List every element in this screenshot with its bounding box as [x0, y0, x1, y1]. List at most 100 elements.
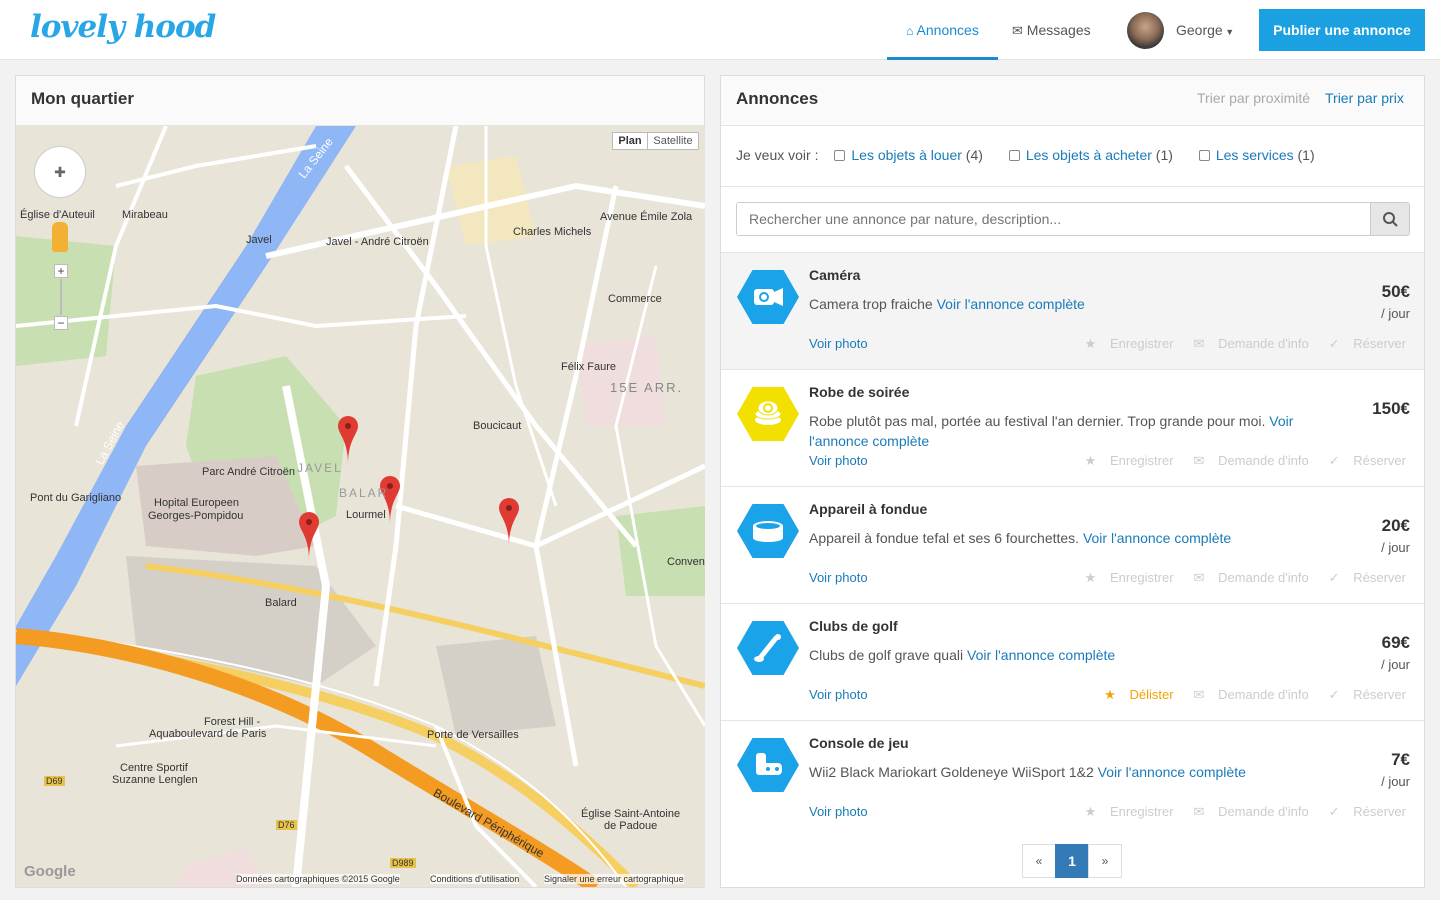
reserve-button[interactable]: ✓ Réserver: [1319, 687, 1406, 702]
price-unit: / jour: [1381, 540, 1410, 555]
map-terms-link[interactable]: Conditions d'utilisation: [430, 874, 520, 884]
info-request-button[interactable]: ✉ Demande d'info: [1184, 336, 1309, 351]
filter-services[interactable]: Les services (1): [1198, 147, 1315, 163]
listing-actions: ★ Délister ✉ Demande d'info ✓ Réserver: [1084, 687, 1406, 703]
neighborhood-map[interactable]: ✚ + − Plan Satellite La Seine La Seine É…: [16, 126, 705, 887]
full-listing-link[interactable]: Voir l'annonce complète: [1083, 530, 1231, 546]
listing-title[interactable]: Robe de soirée: [809, 384, 909, 400]
publish-button[interactable]: Publier une annonce: [1259, 9, 1425, 51]
filter-services-checkbox[interactable]: [1198, 150, 1210, 161]
listings-panel: Annonces Trier par proximité Trier par p…: [720, 75, 1425, 888]
listing-price: 150€: [1372, 399, 1410, 418]
map-label: Lourmel: [346, 509, 386, 521]
nav-messages[interactable]: ✉ Messages: [1012, 0, 1091, 60]
sort-by-price-link[interactable]: Trier par prix: [1325, 90, 1404, 106]
listing-item[interactable]: Clubs de golf Clubs de golf grave quali V…: [721, 603, 1424, 720]
brand-logo[interactable]: lovely hood: [30, 9, 216, 45]
check-icon: ✓: [1328, 336, 1340, 351]
full-listing-link[interactable]: Voir l'annonce complète: [967, 647, 1115, 663]
info-request-button[interactable]: ✉ Demande d'info: [1184, 804, 1309, 819]
zoom-in-button[interactable]: +: [54, 264, 68, 278]
listing-item[interactable]: Appareil à fondue Appareil à fondue tefal…: [721, 486, 1424, 603]
save-button[interactable]: ★ Enregistrer: [1075, 453, 1174, 468]
filter-rent-checkbox[interactable]: [834, 150, 846, 161]
listing-item[interactable]: Console de jeu Wii2 Black Mariokart Golde…: [721, 720, 1424, 837]
price-unit: / jour: [1381, 306, 1410, 321]
save-button[interactable]: ★ Délister: [1094, 687, 1173, 702]
view-photo-link[interactable]: Voir photo: [809, 804, 868, 819]
map-label: Charles Michels: [513, 226, 592, 238]
avatar[interactable]: [1127, 12, 1164, 49]
view-photo-link[interactable]: Voir photo: [809, 453, 868, 468]
search-input[interactable]: [737, 203, 1371, 235]
zoom-out-button[interactable]: −: [54, 316, 68, 330]
listings-panel-title: Annonces: [721, 76, 1424, 126]
map-label: Parc André Citroën: [202, 466, 295, 478]
info-request-button[interactable]: ✉ Demande d'info: [1184, 687, 1309, 702]
filter-rent[interactable]: Les objets à louer (4): [834, 147, 983, 163]
filter-buy[interactable]: Les objets à acheter (1): [1008, 147, 1173, 163]
listing-actions: ★ Enregistrer ✉ Demande d'info ✓ Réserver: [1065, 804, 1406, 820]
envelope-icon: ✉: [1193, 804, 1205, 819]
reserve-button[interactable]: ✓ Réserver: [1319, 336, 1406, 351]
streetview-pegman-icon[interactable]: [52, 222, 68, 252]
map-label: Centre Sportif: [120, 762, 188, 774]
listing-title[interactable]: Caméra: [809, 267, 860, 283]
map-label: Javel: [246, 234, 272, 246]
listing-title[interactable]: Appareil à fondue: [809, 501, 927, 517]
info-request-button[interactable]: ✉ Demande d'info: [1184, 570, 1309, 585]
map-label: BALAR: [339, 486, 389, 500]
listing-icon-badge: [737, 621, 799, 675]
listing-title[interactable]: Console de jeu: [809, 735, 909, 751]
listing-icon-badge: [737, 738, 799, 792]
listing-title[interactable]: Clubs de golf: [809, 618, 898, 634]
sort-by-proximity-link[interactable]: Trier par proximité: [1197, 90, 1310, 106]
listing-item[interactable]: Caméra Camera trop fraiche Voir l'annonce…: [721, 252, 1424, 369]
listing-price: 69€: [1381, 633, 1410, 652]
map-label: Église d'Auteuil: [20, 209, 95, 221]
nav-annonces[interactable]: ⌂ Annonces: [887, 0, 998, 60]
pagination-next[interactable]: »: [1088, 844, 1122, 878]
listing-description: Wii2 Black Mariokart Goldeneye WiiSport …: [809, 764, 1246, 780]
map-label: JAVEL: [297, 461, 343, 475]
view-photo-link[interactable]: Voir photo: [809, 687, 868, 702]
save-button[interactable]: ★ Enregistrer: [1075, 804, 1174, 819]
envelope-icon: ✉: [1193, 453, 1205, 468]
search-box: [736, 202, 1410, 236]
envelope-icon: ✉: [1193, 687, 1205, 702]
listing-item[interactable]: Robe de soirée Robe plutôt pas mal, porté…: [721, 369, 1424, 486]
listing-icon-badge: [737, 270, 799, 324]
pagination-page[interactable]: 1: [1055, 844, 1089, 878]
save-button[interactable]: ★ Enregistrer: [1075, 336, 1174, 351]
pagination: « 1 »: [1022, 844, 1122, 878]
map-label: Boucicaut: [473, 420, 522, 432]
search-button[interactable]: [1370, 203, 1409, 235]
full-listing-link[interactable]: Voir l'annonce complète: [1098, 764, 1246, 780]
save-button[interactable]: ★ Enregistrer: [1075, 570, 1174, 585]
map-panel-title: Mon quartier: [16, 76, 704, 126]
map-type-satellite-button[interactable]: Satellite: [647, 132, 699, 150]
view-photo-link[interactable]: Voir photo: [809, 336, 868, 351]
map-report-link[interactable]: Signaler une erreur cartographique: [544, 874, 684, 884]
filter-buy-checkbox[interactable]: [1008, 150, 1020, 161]
reserve-button[interactable]: ✓ Réserver: [1319, 570, 1406, 585]
full-listing-link[interactable]: Voir l'annonce complète: [937, 296, 1085, 312]
listing-price: 7€: [1391, 750, 1410, 769]
price-unit: / jour: [1381, 657, 1410, 672]
reserve-button[interactable]: ✓ Réserver: [1319, 453, 1406, 468]
user-menu[interactable]: George ▼: [1176, 0, 1234, 60]
map-pan-control[interactable]: ✚: [34, 146, 86, 198]
map-type-plan-button[interactable]: Plan: [612, 132, 648, 150]
map-label: Félix Faure: [561, 361, 617, 373]
zoom-slider[interactable]: [60, 279, 62, 315]
fondue-icon: [737, 504, 799, 558]
caret-down-icon: ▼: [1222, 27, 1235, 37]
check-icon: ✓: [1328, 687, 1340, 702]
reserve-button[interactable]: ✓ Réserver: [1319, 804, 1406, 819]
view-photo-link[interactable]: Voir photo: [809, 570, 868, 585]
coins-icon: [737, 387, 799, 441]
envelope-icon: ✉: [1193, 336, 1205, 351]
info-request-button[interactable]: ✉ Demande d'info: [1184, 453, 1309, 468]
pagination-prev[interactable]: «: [1022, 844, 1056, 878]
map-label: Mirabeau: [122, 209, 168, 221]
